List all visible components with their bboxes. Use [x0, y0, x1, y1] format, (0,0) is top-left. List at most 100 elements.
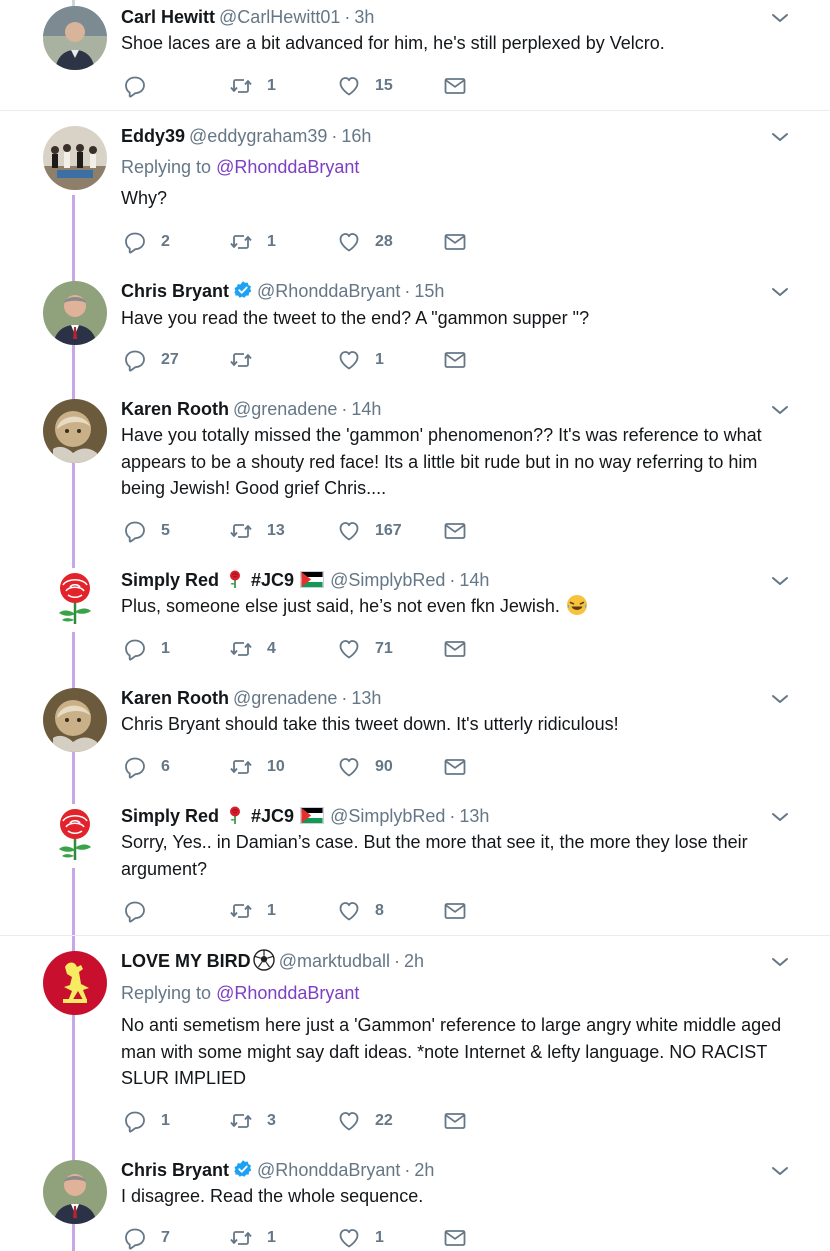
- user-handle[interactable]: @SimplybRed: [330, 570, 445, 590]
- reply-button[interactable]: 27: [123, 347, 179, 373]
- like-button[interactable]: 15: [337, 73, 393, 99]
- direct-message-button[interactable]: [443, 518, 467, 544]
- reply-button[interactable]: [123, 898, 161, 924]
- display-name[interactable]: LOVE MY BIRD: [121, 951, 251, 971]
- avatar[interactable]: [43, 804, 107, 868]
- retweet-button[interactable]: 13: [229, 518, 285, 544]
- like-button[interactable]: 22: [337, 1108, 393, 1134]
- tweet[interactable]: Eddy39 @eddygraham39 · 16h Replying to @Rho…: [0, 124, 830, 266]
- like-button[interactable]: 167: [337, 518, 402, 544]
- display-name[interactable]: Carl Hewitt: [121, 7, 215, 27]
- timestamp[interactable]: 14h: [459, 570, 489, 590]
- avatar[interactable]: [43, 281, 107, 345]
- retweet-button[interactable]: 1: [229, 898, 276, 924]
- chevron-down-icon[interactable]: [770, 810, 790, 824]
- tweet[interactable]: Chris Bryant @RhonddaBryant · 15h Have you …: [0, 279, 830, 389]
- separator-dot: ·: [404, 281, 411, 301]
- retweet-button[interactable]: [229, 347, 267, 373]
- tweet[interactable]: Chris Bryant @RhonddaBryant · 2h I disagree…: [0, 1158, 830, 1251]
- reply-button[interactable]: 6: [123, 754, 170, 780]
- display-name[interactable]: Simply Red: [121, 570, 219, 590]
- chevron-down-icon[interactable]: [770, 285, 790, 299]
- chevron-down-icon[interactable]: [770, 403, 790, 417]
- timestamp[interactable]: 2h: [414, 1160, 434, 1180]
- reply-button[interactable]: 5: [123, 518, 170, 544]
- retweet-button[interactable]: 1: [229, 73, 276, 99]
- tweet[interactable]: Karen Rooth @grenadene · 14h Have you total…: [0, 397, 830, 557]
- avatar[interactable]: [43, 951, 107, 1015]
- chevron-down-icon[interactable]: [770, 1164, 790, 1178]
- user-handle[interactable]: @RhonddaBryant: [257, 1160, 400, 1180]
- display-name[interactable]: Chris Bryant: [121, 281, 229, 301]
- like-button[interactable]: 1: [337, 1225, 384, 1251]
- reply-button[interactable]: 2: [123, 229, 170, 255]
- heart-icon: [337, 899, 361, 923]
- timestamp[interactable]: 16h: [341, 126, 371, 146]
- avatar[interactable]: [43, 568, 107, 632]
- direct-message-button[interactable]: [443, 1225, 467, 1251]
- display-name[interactable]: Karen Rooth: [121, 688, 229, 708]
- retweet-button[interactable]: 3: [229, 1108, 276, 1134]
- direct-message-button[interactable]: [443, 636, 467, 662]
- avatar[interactable]: [43, 126, 107, 190]
- tweet[interactable]: LOVE MY BIRD @marktudball · 2h Replying to …: [0, 949, 830, 1149]
- replying-label: Replying to: [121, 983, 212, 1003]
- user-handle[interactable]: @eddygraham39: [189, 126, 327, 146]
- timestamp[interactable]: 13h: [351, 688, 381, 708]
- like-button[interactable]: 90: [337, 754, 393, 780]
- like-button[interactable]: 1: [337, 347, 384, 373]
- retweet-icon: [229, 1109, 253, 1133]
- avatar[interactable]: [43, 688, 107, 752]
- user-handle[interactable]: @RhonddaBryant: [257, 281, 400, 301]
- timestamp[interactable]: 15h: [414, 281, 444, 301]
- display-name[interactable]: Karen Rooth: [121, 399, 229, 419]
- tweet[interactable]: Karen Rooth @grenadene · 13h Chris Bryant s…: [0, 686, 830, 796]
- tweet[interactable]: Carl Hewitt @CarlHewitt01 · 3h Shoe laces a…: [0, 0, 830, 110]
- direct-message-button[interactable]: [443, 898, 467, 924]
- retweet-count: 1: [267, 233, 276, 250]
- retweet-button[interactable]: 1: [229, 229, 276, 255]
- chevron-down-icon[interactable]: [770, 955, 790, 969]
- reply-button[interactable]: 1: [123, 636, 170, 662]
- tweet[interactable]: Simply Red #JC9 @SimplybRed · 14h Plus, some…: [0, 568, 830, 678]
- direct-message-button[interactable]: [443, 73, 467, 99]
- chevron-down-icon[interactable]: [770, 130, 790, 144]
- user-handle[interactable]: @grenadene: [233, 688, 337, 708]
- tweet-actions: 1 3 22: [121, 1108, 481, 1134]
- mention-link[interactable]: @RhonddaBryant: [216, 157, 359, 177]
- retweet-button[interactable]: 4: [229, 636, 276, 662]
- chevron-down-icon[interactable]: [770, 692, 790, 706]
- like-button[interactable]: 28: [337, 229, 393, 255]
- timestamp[interactable]: 14h: [351, 399, 381, 419]
- tweet[interactable]: Simply Red #JC9 @SimplybRed · 13h Sorry, Yes…: [0, 804, 830, 934]
- timestamp[interactable]: 13h: [459, 806, 489, 826]
- direct-message-button[interactable]: [443, 1108, 467, 1134]
- user-handle[interactable]: @SimplybRed: [330, 806, 445, 826]
- like-button[interactable]: 8: [337, 898, 384, 924]
- display-name[interactable]: Eddy39: [121, 126, 185, 146]
- tweet-actions: 1 15: [121, 73, 481, 99]
- user-handle[interactable]: @CarlHewitt01: [219, 7, 340, 27]
- avatar[interactable]: [43, 1160, 107, 1224]
- direct-message-button[interactable]: [443, 229, 467, 255]
- like-count: 1: [375, 1229, 384, 1246]
- chevron-down-icon[interactable]: [770, 11, 790, 25]
- retweet-button[interactable]: 1: [229, 1225, 276, 1251]
- timestamp[interactable]: 3h: [354, 7, 374, 27]
- user-handle[interactable]: @grenadene: [233, 399, 337, 419]
- avatar[interactable]: [43, 6, 107, 70]
- mention-link[interactable]: @RhonddaBryant: [216, 983, 359, 1003]
- display-name[interactable]: Simply Red: [121, 806, 219, 826]
- retweet-button[interactable]: 10: [229, 754, 285, 780]
- direct-message-button[interactable]: [443, 754, 467, 780]
- reply-button[interactable]: 7: [123, 1225, 170, 1251]
- display-name[interactable]: Chris Bryant: [121, 1160, 229, 1180]
- reply-button[interactable]: 1: [123, 1108, 170, 1134]
- user-handle[interactable]: @marktudball: [279, 951, 390, 971]
- chevron-down-icon[interactable]: [770, 574, 790, 588]
- reply-button[interactable]: [123, 73, 161, 99]
- avatar[interactable]: [43, 399, 107, 463]
- timestamp[interactable]: 2h: [404, 951, 424, 971]
- like-button[interactable]: 71: [337, 636, 393, 662]
- direct-message-button[interactable]: [443, 347, 467, 373]
